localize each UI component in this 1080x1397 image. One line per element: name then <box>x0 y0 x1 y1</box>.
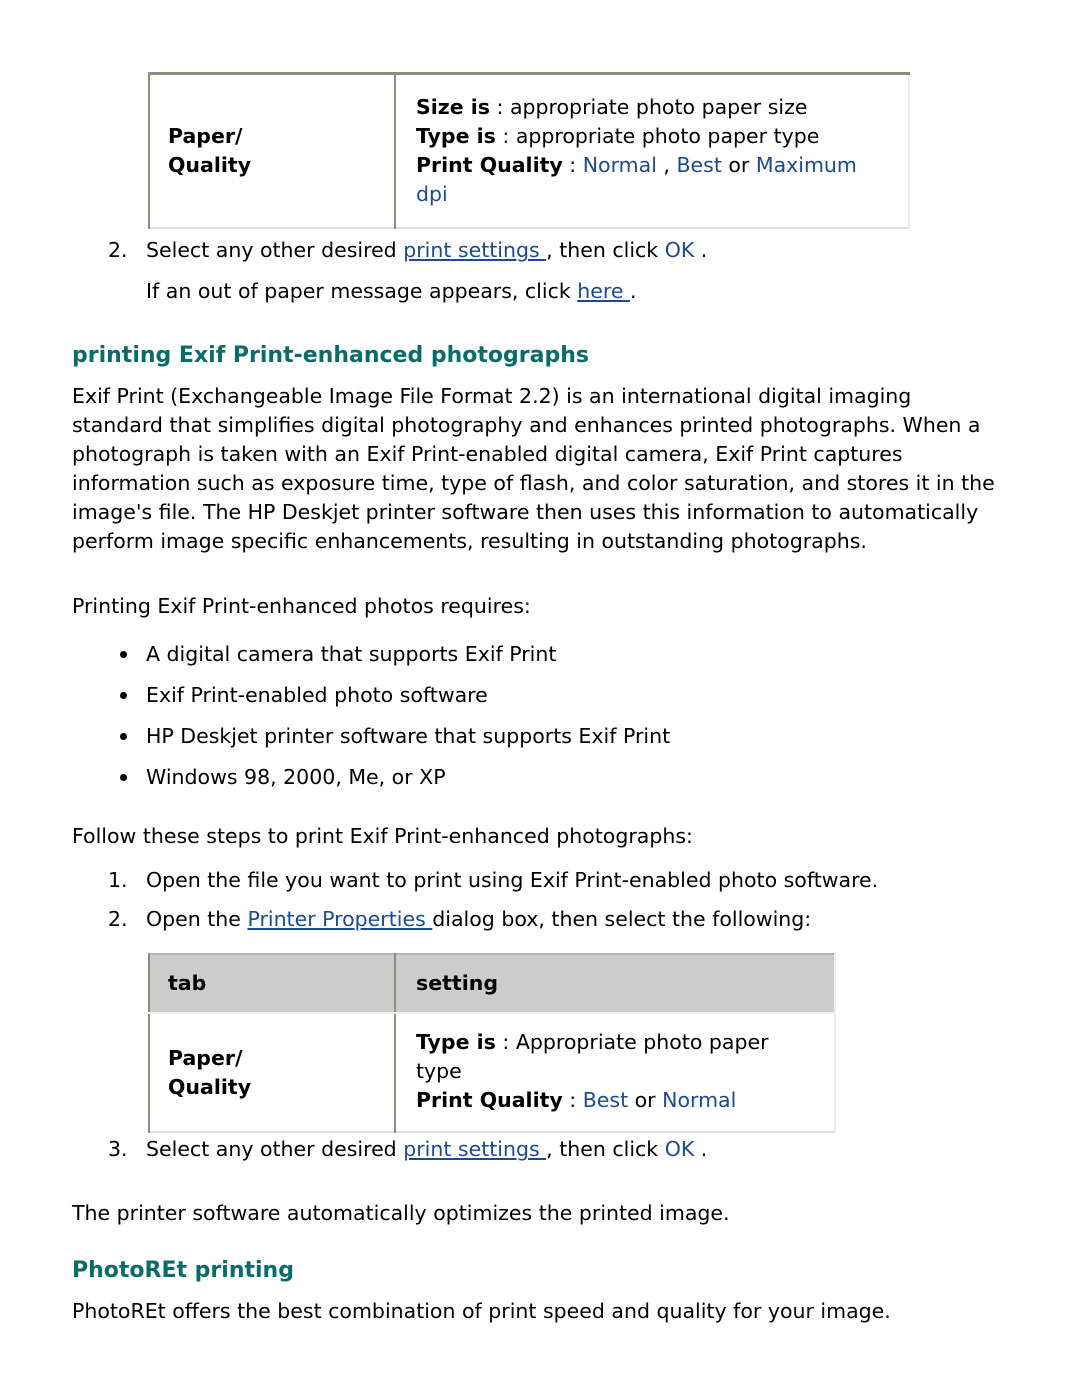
setting-type-label: Type is <box>416 1030 496 1054</box>
print-settings-link[interactable]: print settings <box>403 1137 546 1161</box>
quality-option-maximum-wrap: dpi <box>416 182 448 206</box>
exif-steps-list: 1. Open the file you want to print using … <box>72 866 1012 934</box>
exif-steps-block: 1. Open the file you want to print using … <box>72 866 1012 944</box>
setting-quality-label: Print Quality <box>416 1088 563 1112</box>
quality-option-best: Best <box>582 1088 629 1112</box>
column-header-setting: setting <box>395 954 836 1014</box>
ok-label: OK <box>664 238 695 262</box>
heading-printing-exif: printing Exif Print-enhanced photographs <box>72 343 589 368</box>
table-cell-setting: Type is : Appropriate photo paper type P… <box>395 1013 836 1132</box>
exif-requirements-intro: Printing Exif Print-enhanced photos requ… <box>72 594 531 618</box>
setting-quality-label: Print Quality <box>416 153 563 177</box>
paper-quality-table-1-wrapper: Paper/ Quality Size is : appropriate pho… <box>148 72 910 229</box>
quality-option-normal: Normal <box>662 1088 737 1112</box>
column-header-tab: tab <box>148 954 396 1014</box>
setting-quality-separator: : <box>562 153 583 177</box>
exif-requirements-list-block: A digital camera that supports Exif Prin… <box>72 640 972 804</box>
step-2b-marker: 2. <box>108 907 128 931</box>
exif-intro-paragraph: Exif Print (Exchangeable Image File Form… <box>72 384 995 553</box>
quality-option-best: Best <box>676 153 722 177</box>
printer-properties-link[interactable]: Printer Properties <box>247 907 432 931</box>
paper-quality-table-2: tab setting Paper/ Quality Type is : App… <box>148 953 836 1133</box>
step-1-marker: 1. <box>108 868 128 892</box>
setting-type-separator: : <box>495 124 516 148</box>
bullet-icon <box>120 651 127 658</box>
setting-print-quality-line: Print Quality : Normal , Best or Maximum <box>416 151 894 180</box>
quality-option-normal: Normal <box>582 153 657 177</box>
step-2-sub-after: . <box>629 279 637 303</box>
setting-type-value: appropriate photo paper type <box>515 124 820 148</box>
ok-label: OK <box>664 1137 695 1161</box>
document-page: Paper/ Quality Size is : appropriate pho… <box>0 0 1080 1397</box>
bullet-icon <box>120 774 127 781</box>
list-item: HP Deskjet printer software that support… <box>72 722 972 751</box>
setting-size-line: Size is : appropriate photo paper size <box>416 93 894 122</box>
setting-type-line: Type is : appropriate photo paper type <box>416 122 894 151</box>
requirement-text: HP Deskjet printer software that support… <box>146 724 671 748</box>
setting-type-value: Appropriate photo paper <box>515 1030 769 1054</box>
quality-option-or: or <box>628 1088 663 1112</box>
table-header-row: tab setting <box>148 954 836 1014</box>
tab-label-line-2: Quality <box>168 153 252 177</box>
table-cell-tab: Paper/ Quality <box>148 1013 396 1132</box>
step-1-text: Open the file you want to print using Ex… <box>146 868 879 892</box>
quality-option-or: or <box>721 153 756 177</box>
tab-label-line-1: Paper/ <box>168 124 243 148</box>
list-item: 2. Select any other desired print setting… <box>72 236 1012 306</box>
tab-label-line-2: Quality <box>168 1074 252 1099</box>
step-3-block: 3. Select any other desired print setting… <box>72 1135 1012 1174</box>
bullet-icon <box>120 733 127 740</box>
step-3-text-before: Select any other desired <box>146 1137 404 1161</box>
step-2-list: 2. Select any other desired print setting… <box>72 236 1012 306</box>
step-2-text-before: Select any other desired <box>146 238 404 262</box>
list-item: Exif Print-enabled photo software <box>72 681 972 710</box>
step-2-block: 2. Select any other desired print setting… <box>72 236 1012 316</box>
setting-size-label: Size is <box>416 95 490 119</box>
exif-requirements-list: A digital camera that supports Exif Prin… <box>72 640 972 792</box>
step-3-marker: 3. <box>108 1137 128 1161</box>
heading-photoret-printing: PhotoREt printing <box>72 1258 294 1283</box>
list-item: 2. Open the Printer Properties dialog box… <box>72 905 1012 934</box>
step-2-subline: If an out of paper message appears, clic… <box>146 277 1012 306</box>
quality-option-maximum: Maximum <box>755 153 857 177</box>
step-2-text-mid: , then click <box>546 238 665 262</box>
list-item: A digital camera that supports Exif Prin… <box>72 640 972 669</box>
step-2b-text-before: Open the <box>146 907 248 931</box>
photoret-paragraph: PhotoREt offers the best combination of … <box>72 1299 891 1323</box>
paper-quality-table-1: Paper/ Quality Size is : appropriate pho… <box>148 72 910 229</box>
step-2-text-after: . <box>694 238 708 262</box>
setting-type-value-wrap: type <box>416 1059 462 1083</box>
exif-steps-intro: Follow these steps to print Exif Print-e… <box>72 824 693 848</box>
table-row: Paper/ Quality Type is : Appropriate pho… <box>148 1013 836 1132</box>
step-3-text-after: . <box>694 1137 708 1161</box>
print-settings-link[interactable]: print settings <box>403 238 546 262</box>
setting-quality-separator: : <box>562 1088 583 1112</box>
table-cell-tab: Paper/ Quality <box>148 73 396 228</box>
optimize-note: The printer software automatically optim… <box>72 1201 730 1225</box>
requirement-text: Exif Print-enabled photo software <box>146 683 488 707</box>
setting-type-label: Type is <box>416 124 496 148</box>
step-2-sub-before: If an out of paper message appears, clic… <box>146 279 578 303</box>
setting-size-value: appropriate photo paper size <box>509 95 808 119</box>
list-item: 1. Open the file you want to print using … <box>72 866 1012 895</box>
setting-print-quality-line: Print Quality : Best or Normal <box>416 1086 820 1115</box>
requirement-text: Windows 98, 2000, Me, or XP <box>146 765 446 789</box>
step-2b-text-after: dialog box, then select the following: <box>432 907 812 931</box>
bullet-icon <box>120 692 127 699</box>
tab-label-line-1: Paper/ <box>168 1045 243 1070</box>
step-2-marker: 2. <box>108 238 128 262</box>
quality-option-comma: , <box>656 153 677 177</box>
table-cell-setting: Size is : appropriate photo paper size T… <box>395 73 910 228</box>
here-link[interactable]: here <box>577 279 630 303</box>
table-row: Paper/ Quality Size is : appropriate pho… <box>148 73 910 228</box>
paper-quality-table-2-wrapper: tab setting Paper/ Quality Type is : App… <box>148 953 836 1133</box>
step-3-list: 3. Select any other desired print setting… <box>72 1135 1012 1164</box>
list-item: 3. Select any other desired print setting… <box>72 1135 1012 1164</box>
setting-size-separator: : <box>490 95 510 119</box>
list-item: Windows 98, 2000, Me, or XP <box>72 763 972 792</box>
requirement-text: A digital camera that supports Exif Prin… <box>146 642 557 666</box>
step-3-text-mid: , then click <box>546 1137 665 1161</box>
setting-type-separator: : <box>495 1030 516 1054</box>
setting-type-line: Type is : Appropriate photo paper <box>416 1028 820 1057</box>
